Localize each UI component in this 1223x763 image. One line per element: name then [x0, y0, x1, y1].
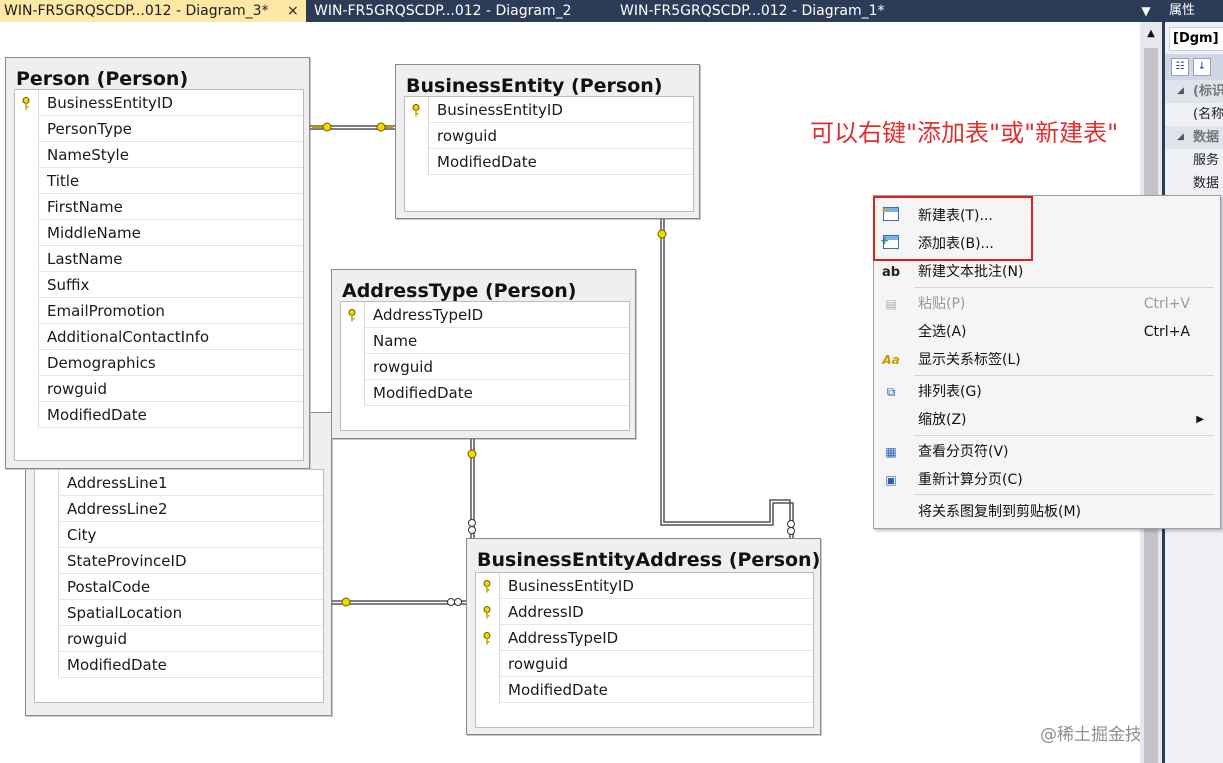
key-end-icon: [467, 449, 477, 459]
menu-item-label: 查看分页符(V): [918, 444, 1009, 460]
menu-item-label: 显示关系标签(L): [918, 352, 1021, 368]
menu-item[interactable]: ⧉ 排列表(G): [874, 378, 1220, 406]
menu-item-label: 新建文本批注(N): [918, 264, 1024, 280]
key-end-icon: [376, 122, 393, 132]
menu-separator: [914, 375, 1214, 376]
collapse-icon[interactable]: ◢: [1177, 126, 1184, 149]
tab-label: WIN-FR5GRQSCDP...012 - Diagram_1*: [620, 3, 885, 19]
menu-item-label: 重新计算分页(C): [918, 472, 1023, 488]
alphabetical-icon[interactable]: ↓: [1193, 58, 1211, 76]
menu-item[interactable]: ▤ 粘贴(P) Ctrl+V: [874, 290, 1220, 318]
property-row[interactable]: 数据: [1165, 172, 1223, 195]
document-tab-strip: WIN-FR5GRQSCDP...012 - Diagram_3* × WIN-…: [0, 0, 1163, 22]
close-icon[interactable]: ×: [287, 0, 299, 22]
arrange-tables-icon: ⧉: [886, 385, 896, 399]
relationship-labels-icon: Aa: [882, 353, 900, 367]
categorized-icon[interactable]: ☷: [1171, 58, 1189, 76]
tab-list-dropdown-icon[interactable]: ▼: [1138, 0, 1154, 22]
menu-item-shortcut: Ctrl+V: [1143, 296, 1190, 312]
menu-item[interactable]: 缩放(Z) ▶: [874, 406, 1220, 434]
menu-separator: [914, 287, 1214, 288]
properties-object-selector[interactable]: [Dgm]: [1169, 27, 1223, 51]
key-end-icon: [657, 229, 667, 239]
menu-separator: [914, 494, 1214, 495]
menu-item-label: 粘贴(P): [918, 296, 966, 312]
page-breaks-icon: ▦: [885, 445, 897, 459]
menu-item-label: 全选(A): [918, 324, 967, 340]
tab-diagram-2[interactable]: WIN-FR5GRQSCDP...012 - Diagram_2: [310, 0, 610, 22]
relationship-businessentity-businessentityaddress[interactable]: [657, 219, 795, 538]
scroll-up-icon[interactable]: ▲: [1140, 28, 1162, 44]
menu-item[interactable]: ▣ 重新计算分页(C): [874, 466, 1220, 494]
highlight-box: [873, 196, 1033, 261]
menu-item[interactable]: 全选(A) Ctrl+A: [874, 318, 1220, 346]
property-category[interactable]: ◢ (标识: [1165, 80, 1223, 103]
annotation-text: 可以右键"添加表"或"新建表": [810, 119, 1119, 147]
property-label: (名称: [1193, 107, 1223, 122]
key-end-icon: [312, 122, 332, 132]
properties-toolbar: ☷ ↓: [1165, 54, 1223, 80]
relationship-address-businessentityaddress[interactable]: [332, 597, 466, 607]
menu-item-label: 排列表(G): [918, 384, 982, 400]
tab-diagram-1[interactable]: WIN-FR5GRQSCDP...012 - Diagram_1*: [616, 0, 916, 22]
menu-item-label: 将关系图复制到剪贴板(M): [918, 504, 1082, 520]
relationship-person-businessentity[interactable]: [310, 122, 395, 132]
relationship-addresstype-businessentityaddress[interactable]: [467, 439, 477, 538]
tab-label: WIN-FR5GRQSCDP...012 - Diagram_3*: [4, 3, 269, 19]
menu-item[interactable]: 将关系图复制到剪贴板(M): [874, 498, 1220, 526]
property-label: (标识: [1193, 84, 1223, 99]
properties-title: 属性: [1165, 0, 1223, 22]
property-label: 服务: [1193, 153, 1220, 168]
tab-diagram-3[interactable]: WIN-FR5GRQSCDP...012 - Diagram_3*: [0, 0, 306, 22]
recalculate-pages-icon: ▣: [885, 473, 897, 487]
menu-separator: [914, 435, 1214, 436]
menu-item-shortcut: Ctrl+A: [1143, 324, 1190, 340]
menu-item[interactable]: Aa 显示关系标签(L): [874, 346, 1220, 374]
property-category[interactable]: ◢ 数据: [1165, 126, 1223, 149]
tab-label: WIN-FR5GRQSCDP...012 - Diagram_2: [314, 3, 572, 19]
property-row[interactable]: 服务: [1165, 149, 1223, 172]
menu-item-label: 缩放(Z): [918, 412, 967, 428]
collapse-icon[interactable]: ◢: [1177, 80, 1184, 103]
property-label: 数据: [1193, 130, 1220, 145]
property-row[interactable]: (名称: [1165, 103, 1223, 126]
paste-icon: ▤: [885, 297, 897, 311]
submenu-arrow-icon: ▶: [1196, 414, 1204, 425]
menu-item[interactable]: ▦ 查看分页符(V): [874, 438, 1220, 466]
text-annotation-icon: ab: [882, 265, 901, 280]
watermark: @稀土掘金技术社区: [1040, 725, 1140, 745]
property-label: 数据: [1193, 176, 1220, 191]
menu-item[interactable]: ab 新建文本批注(N): [874, 258, 1220, 286]
ssms-window: WIN-FR5GRQSCDP...012 - Diagram_3* × WIN-…: [0, 0, 1223, 763]
key-end-icon: [341, 597, 351, 607]
